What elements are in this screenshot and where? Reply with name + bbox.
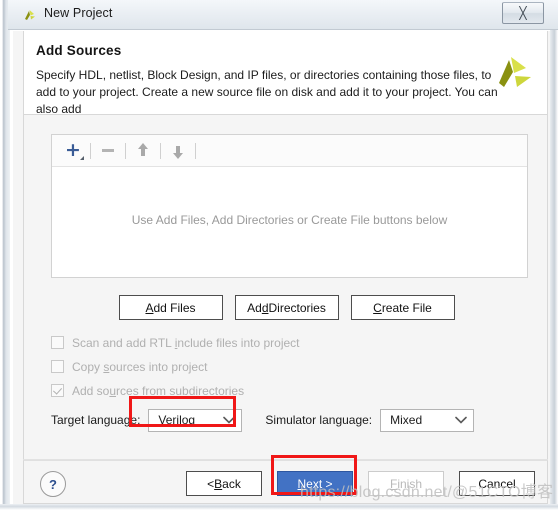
source-list-toolbar: + — [52, 135, 527, 167]
new-project-dialog-window: New Project ╳ Add Sources Specify HDL, n… — [0, 0, 558, 510]
dialog-footer: ? < Back Next > Finish Cancel — [23, 460, 548, 504]
close-button[interactable]: ╳ — [502, 2, 544, 24]
move-up-button[interactable] — [130, 139, 156, 163]
language-settings-row: Target language: Verilog Simulator langu… — [51, 408, 475, 432]
checkbox-row[interactable]: Scan and add RTL include files into proj… — [51, 331, 451, 354]
dropdown-caret-icon — [80, 155, 84, 160]
remove-source-button[interactable] — [95, 139, 121, 163]
window-title: New Project — [44, 6, 113, 20]
minus-icon — [102, 149, 114, 152]
toolbar-separator — [160, 142, 161, 159]
scan-rtl-include-label: Scan and add RTL include files into proj… — [72, 335, 300, 350]
checkbox-row[interactable]: Add sources from subdirectories — [51, 379, 451, 402]
empty-list-message: Use Add Files, Add Directories or Create… — [131, 213, 448, 227]
add-files-mnemonic: A — [145, 300, 154, 315]
toolbar-separator — [125, 142, 126, 159]
title-bar: New Project ╳ — [8, 0, 558, 30]
add-directories-pre: Ad — [247, 300, 262, 315]
next-post: ext > — [306, 476, 333, 491]
dialog-header: Add Sources Specify HDL, netlist, Block … — [23, 31, 548, 116]
add-directories-post: Directories — [268, 300, 326, 315]
navigation-buttons: < Back Next > Finish Cancel — [186, 471, 535, 496]
add-directories-button[interactable]: Ad d Directories — [234, 295, 339, 320]
source-file-list-panel: + Use Add Files, Add Directories or Crea… — [51, 134, 528, 278]
source-action-buttons: Add Files Ad d Directories Create File — [24, 295, 549, 320]
add-directories-mnemonic: d — [261, 300, 269, 315]
window-bottom-edge — [0, 504, 558, 510]
chevron-down-icon — [449, 416, 473, 424]
simulator-language-label: Simulator language: — [265, 413, 373, 427]
target-language-value: Verilog — [158, 413, 196, 427]
back-pre: < — [207, 476, 215, 491]
simulator-language-combo[interactable]: Mixed — [380, 408, 475, 432]
create-file-post: reate File — [381, 300, 432, 315]
close-icon: ╳ — [519, 6, 527, 20]
add-subdirectories-label: Add sources from subdirectories — [72, 383, 245, 398]
page-description: Specify HDL, netlist, Block Design, and … — [36, 68, 498, 116]
cancel-button[interactable]: Cancel — [459, 471, 535, 496]
back-post: ack — [222, 476, 241, 491]
cancel-label: Cancel — [478, 476, 516, 491]
finish-button: Finish — [368, 471, 444, 496]
copy-sources-checkbox[interactable] — [51, 360, 64, 373]
back-button[interactable]: < Back — [186, 471, 262, 496]
finish-post: inish — [397, 476, 423, 491]
checkbox-row[interactable]: Copy sources into project — [51, 355, 451, 378]
dialog-body: Add Sources Specify HDL, netlist, Block … — [13, 31, 550, 504]
scan-rtl-include-checkbox[interactable] — [51, 336, 64, 349]
next-button[interactable]: Next > — [277, 471, 353, 496]
question-mark-icon: ? — [49, 476, 57, 492]
chevron-down-icon — [217, 416, 241, 424]
move-down-button[interactable] — [165, 139, 191, 163]
add-files-button[interactable]: Add Files — [118, 295, 223, 320]
window-right-edge — [550, 0, 558, 510]
copy-sources-label: Copy sources into project — [72, 359, 208, 374]
help-button[interactable]: ? — [40, 471, 66, 497]
add-subdirectories-checkbox[interactable] — [51, 384, 64, 397]
options-checkbox-group: Scan and add RTL include files into proj… — [51, 331, 451, 403]
toolbar-separator — [195, 142, 196, 159]
toolbar-separator — [90, 142, 91, 159]
create-file-button[interactable]: Create File — [350, 295, 455, 320]
window-left-edge — [0, 0, 10, 510]
add-source-button[interactable]: + — [60, 139, 86, 163]
create-file-mnemonic: C — [373, 300, 382, 315]
dialog-content: + Use Add Files, Add Directories or Crea… — [23, 115, 548, 460]
page-title: Add Sources — [36, 43, 122, 58]
plus-icon: + — [65, 139, 81, 161]
add-files-post: dd Files — [153, 300, 196, 315]
next-mnemonic: N — [297, 476, 307, 491]
finish-mnemonic: F — [389, 476, 398, 491]
xilinx-logo-icon — [25, 10, 35, 20]
xilinx-logo — [499, 57, 531, 87]
simulator-language-value: Mixed — [390, 413, 423, 427]
target-language-label: Target language: — [51, 413, 141, 427]
back-mnemonic: B — [214, 476, 223, 491]
target-language-combo[interactable]: Verilog — [148, 408, 243, 432]
